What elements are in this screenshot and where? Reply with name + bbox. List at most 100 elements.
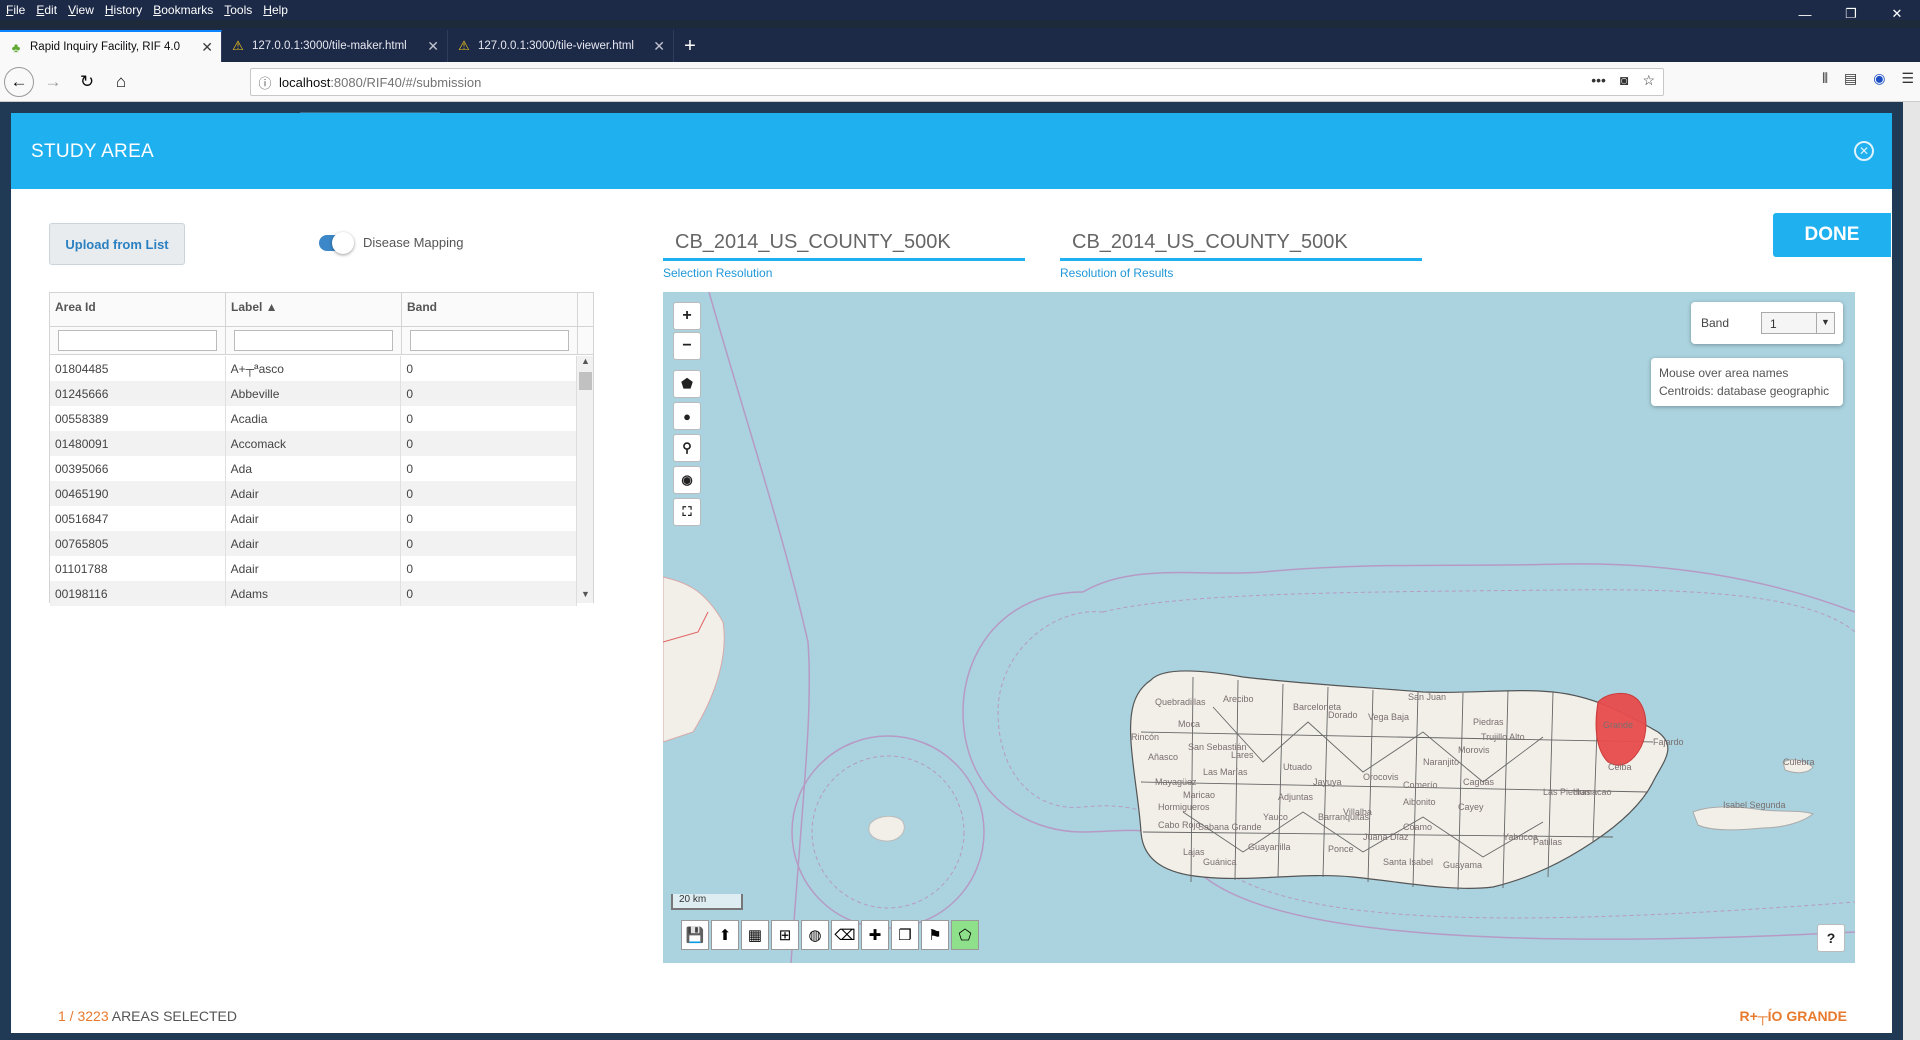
map-view[interactable]: Quebradillas Arecibo San Juan Barceloneta Ve… [663, 292, 1855, 963]
forward-button[interactable]: → [38, 67, 68, 97]
menu-bookmarks[interactable]: Bookmarks [153, 3, 213, 17]
map-place-label: Morovis [1458, 745, 1490, 755]
select-all-icon[interactable]: ⊞ [771, 920, 799, 950]
table-row[interactable]: 01480091 Accomack 0 [50, 431, 578, 456]
minimize-button[interactable]: — [1782, 0, 1828, 28]
map-place-label: Utuado [1283, 762, 1313, 772]
map-toolbar: 💾 ⬆ ▦ ⊞ ◍ ⌫ ✚ ❐ ⚑ ⬠ [681, 920, 979, 950]
close-tab-icon[interactable]: ✕ [653, 38, 665, 55]
selection-resolution-field[interactable]: CB_2014_US_COUNTY_500K Selection Resolut… [663, 217, 1025, 280]
tree-icon: ♣ [11, 39, 21, 55]
new-tab-button[interactable]: + [674, 30, 706, 62]
draw-circle-icon[interactable]: ● [673, 402, 701, 430]
tab-rif[interactable]: ♣ Rapid Inquiry Facility, RIF 4.0 ✕ [0, 30, 222, 62]
zoom-in-button[interactable]: + [673, 302, 701, 330]
menu-bar: File Edit View History Bookmarks Tools H… [0, 0, 1920, 20]
toggle-label: Disease Mapping [363, 235, 464, 250]
selection-resolution-value[interactable]: CB_2014_US_COUNTY_500K [663, 217, 1025, 261]
disease-mapping-toggle[interactable] [319, 232, 354, 254]
pocket-icon[interactable]: ◙ [1620, 72, 1628, 89]
restore-button[interactable]: ❐ [1828, 0, 1874, 28]
scroll-thumb[interactable] [579, 372, 592, 390]
band-value: 1 [1770, 317, 1777, 331]
tab-tile-maker[interactable]: ⚠ 127.0.0.1:3000/tile-maker.html ✕ [222, 30, 448, 62]
results-resolution-label: Resolution of Results [1060, 266, 1174, 280]
reload-button[interactable]: ↻ [72, 67, 102, 97]
add-icon[interactable]: ✚ [861, 920, 889, 950]
scroll-down-icon[interactable]: ▼ [577, 589, 594, 603]
header-band[interactable]: Band [402, 293, 578, 326]
sidebar-icon[interactable]: ▤ [1844, 70, 1857, 87]
done-button[interactable]: DONE [1773, 213, 1891, 257]
globe-icon[interactable]: ◍ [801, 920, 829, 950]
upload-icon[interactable]: ⬆ [711, 920, 739, 950]
map-place-label: Mayagüez [1155, 777, 1197, 787]
table-row[interactable]: 01245666 Abbeville 0 [50, 381, 578, 406]
cell-area-id: 01804485 [50, 356, 226, 381]
draw-polygon-icon[interactable]: ⬟ [673, 370, 701, 398]
area-grid: Area Id Label ▲ Band 01804485 A+┬ªasco 0 01… [49, 292, 594, 606]
scroll-up-icon[interactable]: ▲ [577, 356, 594, 370]
area-id-filter-input[interactable] [58, 330, 217, 351]
band-selector-panel: Band 1 ▼ [1691, 302, 1843, 344]
table-row[interactable]: 00558389 Acadia 0 [50, 406, 578, 431]
header-area-id[interactable]: Area Id [50, 293, 226, 326]
cell-band: 0 [401, 556, 578, 581]
cell-band: 0 [401, 356, 578, 381]
table-row[interactable]: 00198116 Adams 0 [50, 581, 578, 606]
eraser-icon[interactable]: ⌫ [831, 920, 859, 950]
extension-icon[interactable]: ◉ [1873, 70, 1885, 87]
map-place-label: Guánica [1203, 857, 1237, 867]
back-button[interactable]: ← [4, 66, 34, 97]
table-row[interactable]: 00465190 Adair 0 [50, 481, 578, 506]
library-icon[interactable]: ⫴ [1822, 70, 1828, 87]
map-place-label: Aibonito [1403, 797, 1436, 807]
eye-hidden-icon[interactable]: ◉ [673, 466, 701, 494]
save-icon[interactable]: 💾 [681, 920, 709, 950]
polygon-active-icon[interactable]: ⬠ [951, 920, 979, 950]
flag-icon[interactable]: ⚑ [921, 920, 949, 950]
table-row[interactable]: 00765805 Adair 0 [50, 531, 578, 556]
table-row[interactable]: 00516847 Adair 0 [50, 506, 578, 531]
building-icon[interactable]: ▦ [741, 920, 769, 950]
header-label[interactable]: Label ▲ [226, 293, 402, 326]
band-filter-input[interactable] [410, 330, 569, 351]
upload-from-list-button[interactable]: Upload from List [49, 223, 185, 265]
table-row[interactable]: 01101788 Adair 0 [50, 556, 578, 581]
hamburger-menu-icon[interactable]: ☰ [1901, 70, 1914, 87]
results-resolution-value[interactable]: CB_2014_US_COUNTY_500K [1060, 217, 1422, 261]
help-button[interactable]: ? [1817, 924, 1845, 952]
info-icon[interactable]: ⓘ [251, 73, 279, 92]
band-select[interactable]: 1 ▼ [1761, 312, 1835, 334]
chevron-down-icon[interactable]: ▼ [1816, 313, 1834, 333]
menu-help[interactable]: Help [263, 3, 288, 17]
search-icon[interactable]: ⚲ [673, 434, 701, 462]
page-actions-icon[interactable]: ••• [1591, 72, 1606, 89]
layers-icon[interactable]: ❐ [891, 920, 919, 950]
fullscreen-icon[interactable]: ⛶ [673, 498, 701, 526]
menu-edit[interactable]: Edit [36, 3, 57, 17]
close-tab-icon[interactable]: ✕ [427, 38, 439, 55]
close-window-button[interactable]: ✕ [1874, 0, 1920, 28]
menu-history[interactable]: History [105, 3, 142, 17]
page-scrollbar[interactable] [1903, 102, 1920, 1040]
close-tab-icon[interactable]: ✕ [201, 39, 213, 56]
home-button[interactable]: ⌂ [106, 67, 136, 97]
cell-area-id: 00765805 [50, 531, 226, 556]
url-bar[interactable]: ⓘ localhost:8080/RIF40/#/submission ••• … [250, 68, 1664, 96]
bookmark-star-icon[interactable]: ☆ [1642, 72, 1655, 89]
results-resolution-field[interactable]: CB_2014_US_COUNTY_500K Resolution of Res… [1060, 217, 1422, 280]
close-modal-icon[interactable]: ✕ [1854, 141, 1874, 161]
menu-view[interactable]: View [68, 3, 94, 17]
grid-scrollbar[interactable]: ▲ ▼ [576, 356, 593, 603]
label-filter-input[interactable] [234, 330, 393, 351]
table-row[interactable]: 01804485 A+┬ªasco 0 [50, 356, 578, 381]
tab-tile-viewer[interactable]: ⚠ 127.0.0.1:3000/tile-viewer.html ✕ [448, 30, 674, 62]
map-place-label: Piedras [1473, 717, 1504, 727]
table-row[interactable]: 00395066 Ada 0 [50, 456, 578, 481]
map-place-label: Las Marías [1203, 767, 1248, 777]
zoom-out-button[interactable]: − [673, 332, 701, 360]
selected-suffix: AREAS SELECTED [108, 1008, 237, 1024]
menu-tools[interactable]: Tools [224, 3, 252, 17]
menu-file[interactable]: File [6, 3, 25, 17]
